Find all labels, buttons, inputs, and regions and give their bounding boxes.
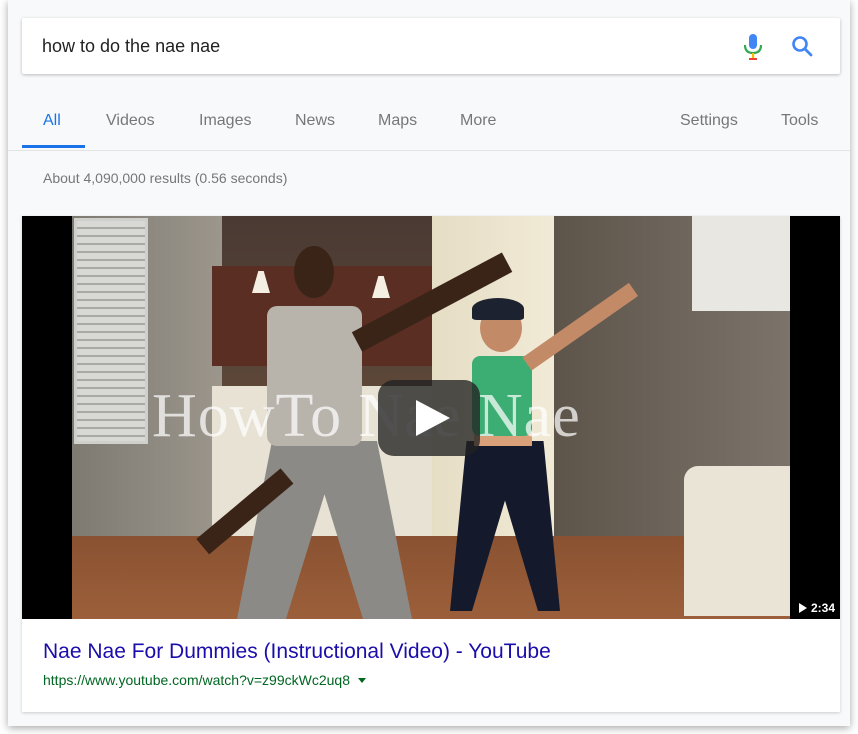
active-tab-indicator xyxy=(22,145,85,148)
search-results-page: how to do the nae nae All Videos Images … xyxy=(8,0,850,726)
scene-sofa xyxy=(684,466,790,616)
tab-more[interactable]: More xyxy=(460,111,496,131)
dancer-woman-cap xyxy=(472,298,524,320)
result-url-text: https://www.youtube.com/watch?v=z99ckWc2… xyxy=(43,672,350,688)
search-input[interactable]: how to do the nae nae xyxy=(42,35,220,57)
result-title-link[interactable]: Nae Nae For Dummies (Instructional Video… xyxy=(43,640,551,664)
play-small-icon xyxy=(798,603,807,613)
video-result-card: HowTo Nae Nae 2:34 Nae Nae For Dummies (… xyxy=(22,216,840,712)
url-options-caret-icon[interactable] xyxy=(357,677,366,683)
video-duration-badge: 2:34 xyxy=(794,597,840,619)
tab-tools[interactable]: Tools xyxy=(781,111,818,131)
tab-videos[interactable]: Videos xyxy=(106,111,155,131)
scene-window xyxy=(74,218,148,444)
play-button[interactable] xyxy=(378,380,480,456)
result-url: https://www.youtube.com/watch?v=z99ckWc2… xyxy=(43,672,366,688)
tabs-divider xyxy=(8,150,850,151)
play-icon xyxy=(416,400,450,436)
microphone-icon[interactable] xyxy=(742,33,764,61)
dancer-man-head xyxy=(294,246,334,298)
search-tabs: All Videos Images News Maps More Setting… xyxy=(8,86,850,150)
tab-all[interactable]: All xyxy=(43,111,61,131)
tab-settings[interactable]: Settings xyxy=(680,111,738,131)
tab-images[interactable]: Images xyxy=(199,111,251,131)
video-thumbnail[interactable]: HowTo Nae Nae 2:34 xyxy=(22,216,840,619)
scene-lamp xyxy=(692,216,790,311)
scene-floor xyxy=(72,536,790,619)
search-box[interactable]: how to do the nae nae xyxy=(22,18,840,74)
tab-news[interactable]: News xyxy=(295,111,335,131)
search-icon[interactable] xyxy=(790,34,814,58)
result-stats: About 4,090,000 results (0.56 seconds) xyxy=(43,170,288,186)
tab-maps[interactable]: Maps xyxy=(378,111,417,131)
video-duration: 2:34 xyxy=(810,601,835,615)
